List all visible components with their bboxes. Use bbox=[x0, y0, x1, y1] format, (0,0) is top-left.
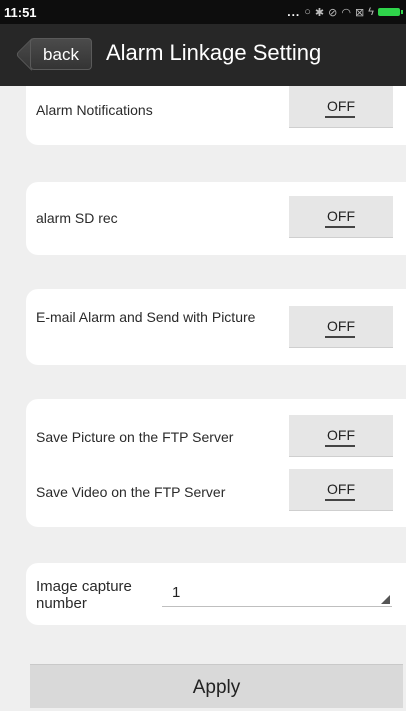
status-icons: ... ○ ✱ ⊘ ◠ ⊠ ϟ bbox=[287, 3, 403, 21]
alarm-sd-rec-card: alarm SD rec OFF bbox=[26, 182, 406, 255]
ftp-video-toggle[interactable]: OFF bbox=[289, 469, 393, 511]
back-wrap: back bbox=[0, 24, 100, 86]
image-capture-label: Image capture number bbox=[36, 578, 132, 612]
alarm-sd-rec-label: alarm SD rec bbox=[36, 210, 118, 226]
back-button[interactable]: back bbox=[30, 38, 92, 70]
email-alarm-card: E-mail Alarm and Send with Picture OFF bbox=[26, 289, 406, 365]
image-capture-value: 1 bbox=[172, 584, 181, 601]
ftp-video-label: Save Video on the FTP Server bbox=[36, 484, 226, 500]
toggle-indicator bbox=[325, 336, 355, 338]
sim-icon: ⊠ bbox=[354, 6, 365, 19]
image-capture-card: Image capture number 1 bbox=[26, 563, 406, 625]
toggle-indicator bbox=[325, 226, 355, 228]
email-alarm-toggle[interactable]: OFF bbox=[289, 306, 393, 348]
ftp-picture-label: Save Picture on the FTP Server bbox=[36, 429, 234, 445]
page-title: Alarm Linkage Setting bbox=[106, 40, 322, 65]
title-bar: back Alarm Linkage Setting bbox=[0, 24, 406, 86]
bluetooth-icon: ✱ bbox=[314, 6, 325, 19]
ftp-picture-toggle[interactable]: OFF bbox=[289, 415, 393, 457]
image-capture-select[interactable]: 1 bbox=[162, 583, 392, 607]
alarm-sd-rec-toggle[interactable]: OFF bbox=[289, 196, 393, 238]
alarm-notifications-toggle[interactable]: OFF bbox=[289, 86, 393, 128]
ftp-picture-value: OFF bbox=[327, 427, 355, 443]
alarm-off-icon: ⊘ bbox=[328, 6, 338, 19]
ftp-card: Save Picture on the FTP Server OFF Save … bbox=[26, 399, 406, 527]
more-dots: ... bbox=[287, 5, 301, 19]
toggle-indicator bbox=[325, 116, 355, 118]
ftp-video-value: OFF bbox=[327, 481, 355, 497]
email-alarm-label: E-mail Alarm and Send with Picture bbox=[36, 309, 256, 325]
status-time: 11:51 bbox=[4, 5, 37, 20]
toggle-indicator bbox=[325, 499, 355, 501]
status-bar: 11:51 ... ○ ✱ ⊘ ◠ ⊠ ϟ bbox=[0, 0, 406, 24]
alarm-sd-rec-value: OFF bbox=[327, 208, 355, 224]
alarm-notifications-value: OFF bbox=[327, 98, 355, 114]
wifi-icon: ◠ bbox=[341, 6, 351, 19]
dropdown-corner-icon bbox=[381, 595, 390, 604]
email-alarm-value: OFF bbox=[327, 318, 355, 334]
charging-icon: ϟ bbox=[368, 6, 374, 18]
apply-button[interactable]: Apply bbox=[30, 664, 403, 708]
circle-icon: ○ bbox=[304, 6, 311, 18]
battery-icon bbox=[378, 8, 403, 16]
alarm-notifications-label: Alarm Notifications bbox=[36, 102, 153, 118]
toggle-indicator bbox=[325, 445, 355, 447]
alarm-notifications-card: Alarm Notifications OFF bbox=[26, 86, 406, 145]
